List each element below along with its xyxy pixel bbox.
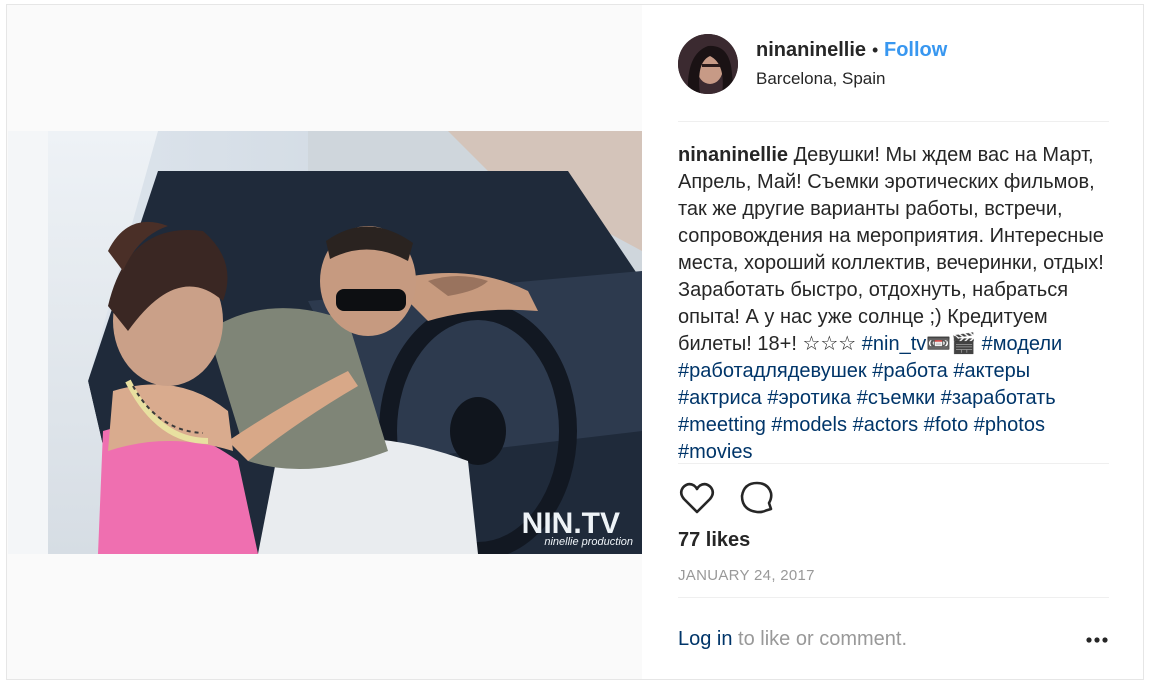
hashtag[interactable]: #съемки [857, 387, 935, 409]
footer-divider [678, 597, 1109, 598]
login-prompt-text: to like or comment. [732, 628, 908, 650]
heart-icon [679, 482, 715, 514]
post-photo: NIN.TV ninellie production [8, 131, 642, 554]
hashtag[interactable]: #актриса [678, 387, 762, 409]
post-header: ninaninellie • Follow Barcelona, Spain [678, 33, 1109, 95]
hashtag[interactable]: #meetting [678, 414, 766, 436]
hashtag[interactable]: #работадлядевушек [678, 360, 867, 382]
comment-button[interactable] [738, 479, 776, 517]
login-link[interactable]: Log in [678, 628, 733, 650]
hashtag[interactable]: #заработать [941, 387, 1056, 409]
avatar[interactable] [678, 34, 738, 94]
post-caption: ninaninellie Девушки! Мы ждем вас на Мар… [678, 142, 1109, 466]
header-divider [678, 121, 1109, 122]
hashtag[interactable]: #работа [872, 360, 948, 382]
more-options-button[interactable] [1085, 630, 1109, 650]
post-card: NIN.TV ninellie production ninaninellie … [6, 4, 1144, 680]
hashtag[interactable]: #nin_tv📼🎬 [862, 333, 976, 355]
location-link[interactable]: Barcelona, Spain [756, 69, 885, 89]
hashtag[interactable]: #models [771, 414, 847, 436]
likes-count[interactable]: 77 likes [678, 529, 750, 552]
hashtag[interactable]: #модели [982, 333, 1063, 355]
login-prompt: Log in to like or comment. [678, 628, 907, 651]
like-button[interactable] [678, 479, 716, 517]
hashtag[interactable]: #foto [924, 414, 968, 436]
post-image[interactable]: NIN.TV ninellie production [8, 131, 642, 554]
username-link[interactable]: ninaninellie [756, 39, 866, 62]
separator-dot: • [872, 40, 879, 60]
caption-text: Девушки! Мы ждем вас на Март, Апрель, Ма… [678, 144, 1104, 355]
hashtag[interactable]: #актеры [953, 360, 1030, 382]
watermark-subtitle: ninellie production [544, 536, 633, 548]
caption-divider [678, 463, 1109, 464]
hashtag[interactable]: #actors [853, 414, 919, 436]
hashtag[interactable]: #movies [678, 441, 752, 463]
more-options-icon [1086, 637, 1108, 643]
comment-icon [740, 481, 773, 514]
post-date[interactable]: JANUARY 24, 2017 [678, 567, 815, 584]
media-column: NIN.TV ninellie production [7, 5, 642, 679]
follow-button[interactable]: Follow [884, 39, 947, 62]
caption-username[interactable]: ninaninellie [678, 144, 788, 166]
hashtag[interactable]: #photos [974, 414, 1045, 436]
hashtag[interactable]: #эротика [767, 387, 851, 409]
post-sidebar: ninaninellie • Follow Barcelona, Spain n… [678, 5, 1109, 679]
avatar-image [678, 34, 738, 94]
